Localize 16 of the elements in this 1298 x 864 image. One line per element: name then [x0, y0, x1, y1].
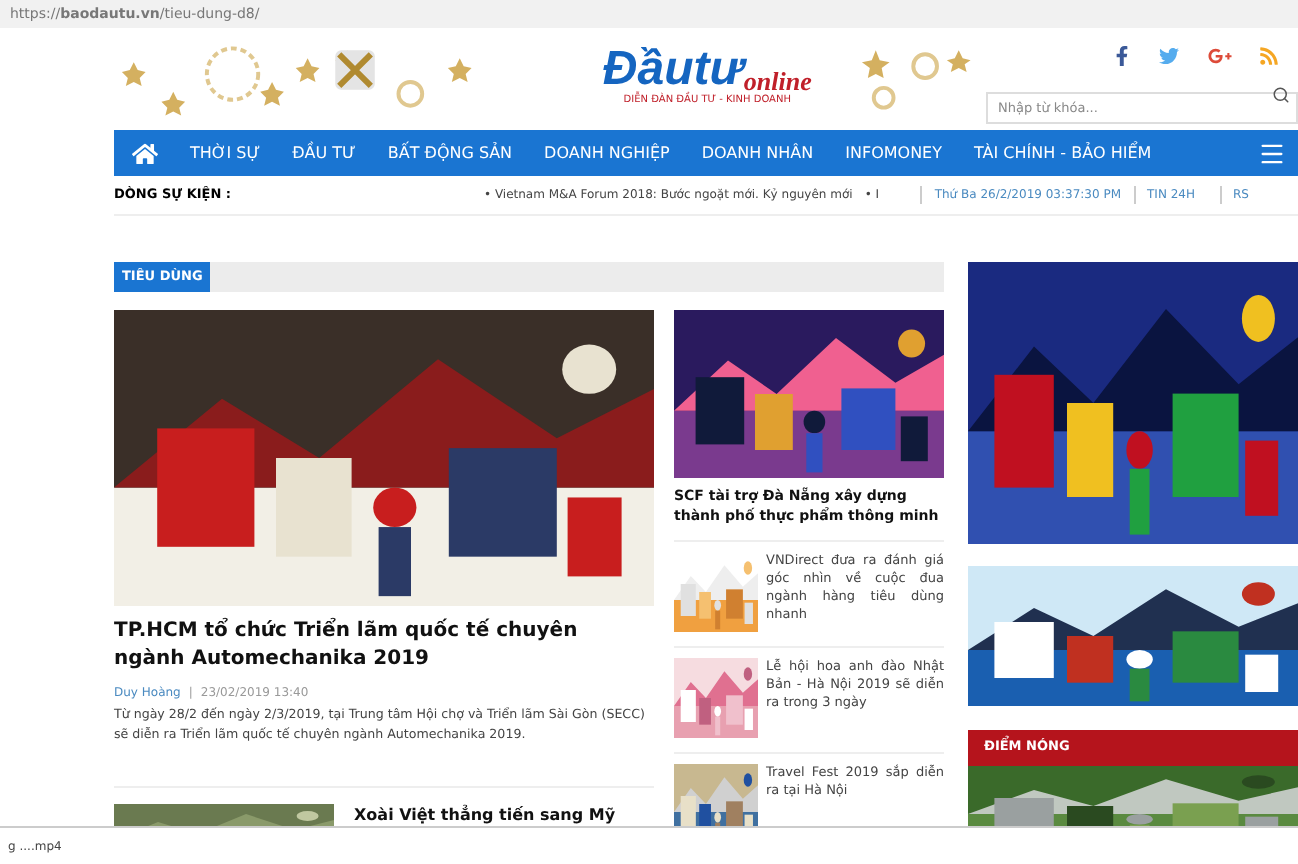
- google-plus-icon[interactable]: [1208, 46, 1232, 66]
- search-icon[interactable]: [1272, 85, 1290, 103]
- nav-link[interactable]: TÀI CHÍNH - BẢO HIỂM: [974, 141, 1152, 165]
- nav-link[interactable]: ĐẦU TƯ: [292, 141, 356, 165]
- nav-link[interactable]: BẤT ĐỘNG SẢN: [387, 141, 513, 165]
- nav-link[interactable]: DOANH NGHIỆP: [544, 141, 670, 165]
- facebook-icon[interactable]: [1114, 46, 1130, 66]
- menu-icon[interactable]: [1258, 139, 1286, 167]
- nav-link[interactable]: THỜI SỰ: [190, 141, 261, 165]
- article-title[interactable]: Xoài Việt thẳng tiến sang Mỹ: [354, 804, 616, 826]
- article-title[interactable]: TP.HCM tổ chức Triển lãm quốc tế chuyên ngành Automechanika 2019: [114, 618, 654, 674]
- logo-subtext: online: [743, 68, 812, 95]
- nav-link[interactable]: DOANH NHÂN: [701, 141, 814, 165]
- home-icon[interactable]: [132, 141, 158, 165]
- nav-link[interactable]: INFOMONEY: [845, 141, 942, 165]
- twitter-icon[interactable]: [1158, 46, 1180, 66]
